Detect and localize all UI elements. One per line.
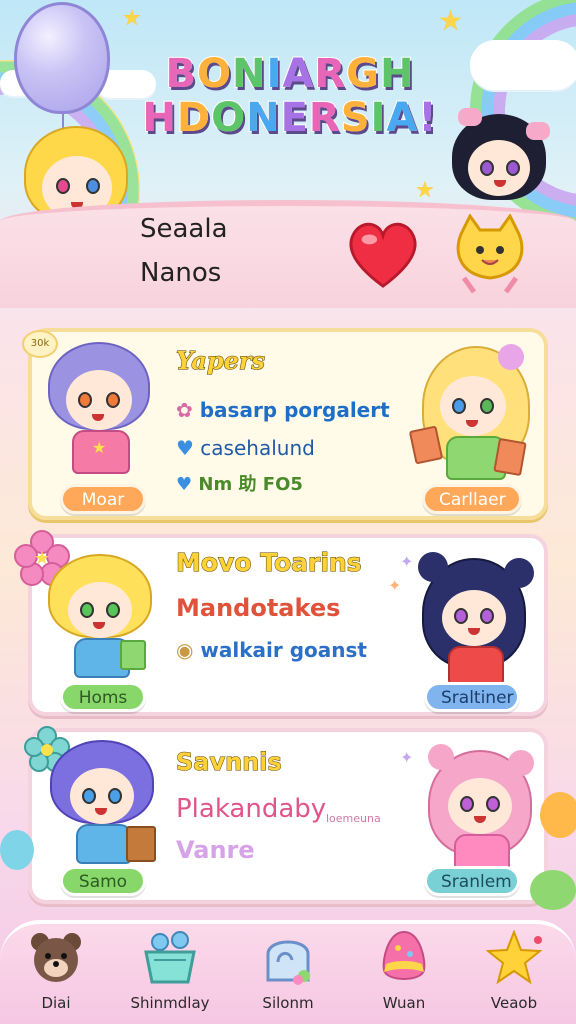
hero-line-2: Nanos: [140, 258, 222, 288]
nav-label: Diai: [41, 994, 71, 1012]
mirror-icon: [266, 940, 310, 985]
logo-letter: N: [231, 51, 267, 97]
balloon-icon: [14, 2, 110, 114]
logo-letter: O: [196, 51, 233, 97]
logo-letter: A: [385, 95, 419, 141]
character-purple-boy: ★: [46, 342, 156, 482]
nav-label: Wuan: [382, 994, 426, 1012]
star-icon: ★: [415, 178, 435, 203]
card-line-2: ♥ casehalund: [176, 436, 315, 460]
character-purple-blue-boy: [50, 740, 164, 870]
gift-icon: ✿: [176, 398, 193, 422]
card-right-button[interactable]: Carllaer: [422, 484, 522, 514]
card-line-3-text: Nm 助 FO5: [198, 474, 303, 495]
card-line-1: ✿ basarp porgalert: [176, 398, 390, 422]
nav-item-veaob[interactable]: Veaob: [466, 924, 562, 1024]
character-pink-hair-girl: [428, 740, 538, 876]
basket-icon: [144, 931, 196, 984]
logo-letter: E: [280, 95, 309, 141]
logo-letter: N: [245, 95, 281, 141]
logo-letter: B: [165, 51, 197, 97]
logo-letter: O: [210, 95, 247, 141]
card-line-1: Mandotakes: [176, 594, 341, 622]
logo-letter: G: [345, 51, 381, 97]
logo-letter: R: [313, 51, 347, 97]
card-left-button[interactable]: Homs: [60, 682, 146, 712]
sparkle-icon: ✦: [400, 748, 414, 767]
egg-icon: [382, 930, 426, 980]
star-icon: [486, 930, 542, 985]
card-title: Movo Toarins: [176, 548, 363, 578]
star-icon: ★: [438, 4, 464, 37]
card-title: Yapers: [175, 346, 266, 376]
hero-line-1: Seaala: [140, 214, 228, 244]
yellow-cat-icon[interactable]: [454, 214, 526, 294]
bear-icon: [31, 933, 81, 982]
heart-blue-icon: ♥: [176, 474, 193, 495]
card-line-3: ♥ Nm 助 FO5: [176, 470, 303, 496]
card-right-button[interactable]: Sraltiner: [424, 682, 520, 712]
card-line-1-small: loemeuna: [326, 812, 381, 825]
logo-line-2: HDONERSIA!: [140, 95, 440, 141]
card-line-2-text: walkair goanst: [200, 638, 367, 662]
nav-item-shinmdlay[interactable]: Shinmdlay: [122, 924, 218, 1024]
sparkle-icon: ✦: [388, 576, 402, 595]
heart-outline-icon: ♥: [176, 436, 194, 460]
card-line-1: Plakandaby: [176, 794, 327, 824]
logo-letter: S: [340, 95, 371, 141]
card-right-button[interactable]: Sranlem: [424, 866, 520, 896]
card-line-1-text: basarp porgalert: [199, 398, 390, 422]
logo-letter: H: [379, 51, 415, 97]
character-navy-buns-girl: [418, 552, 538, 692]
card-left-button[interactable]: Moar: [60, 484, 146, 514]
cloud: [470, 40, 576, 90]
card-title: Savnnis: [176, 748, 283, 777]
nav-label: Veaob: [490, 994, 538, 1012]
app-logo: BONIARGH HDONERSIA!: [140, 51, 440, 141]
character-blonde-boy: [48, 554, 158, 684]
logo-letter: R: [308, 95, 341, 141]
logo-line-1: BONIARGH: [140, 51, 440, 97]
logo-letter: !: [417, 95, 438, 141]
card-line-2: Vanre: [176, 836, 255, 864]
card-line-2: ◉ walkair goanst: [176, 638, 367, 662]
tree-icon: [540, 792, 576, 838]
character-blonde-long-hair: [408, 344, 538, 486]
nav-item-wuan[interactable]: Wuan: [356, 924, 452, 1024]
bush-icon: [530, 870, 576, 910]
card-left-button[interactable]: Samo: [60, 866, 146, 896]
logo-letter: I: [370, 95, 387, 141]
nav-label: Silonm: [262, 994, 314, 1012]
logo-letter: D: [176, 95, 212, 141]
logo-letter: A: [281, 51, 315, 97]
nav-item-silonm[interactable]: Silonm: [240, 924, 336, 1024]
nav-item-diai[interactable]: Diai: [8, 924, 104, 1024]
cookie-icon: ◉: [176, 638, 194, 662]
tree-icon: [0, 830, 34, 870]
nav-label: Shinmdlay: [130, 994, 210, 1012]
logo-letter: I: [266, 51, 283, 97]
logo-letter: H: [141, 95, 177, 141]
sparkle-icon: ✦: [400, 552, 414, 571]
card-line-2-text: casehalund: [200, 436, 315, 460]
character-dark-hair-girl[interactable]: [452, 108, 552, 214]
heart-icon[interactable]: [344, 218, 422, 290]
star-icon: ★: [122, 6, 142, 31]
